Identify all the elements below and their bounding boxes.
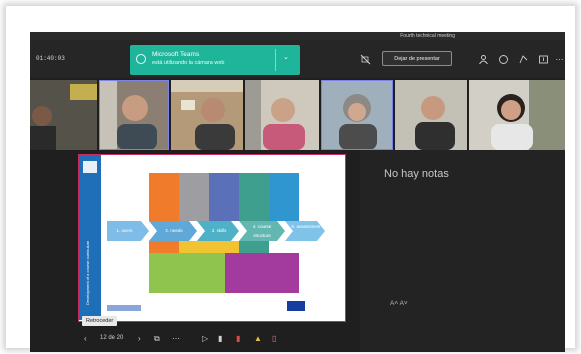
next-slide-icon[interactable]: › (138, 334, 141, 343)
stop-presenting-button[interactable]: Dejar de presentar (382, 51, 452, 66)
back-tooltip: Retroceder (82, 316, 118, 326)
reactions-icon[interactable] (518, 54, 529, 65)
previous-slide-icon[interactable]: ‹ (84, 334, 87, 343)
meeting-title: Fourth technical meeting (400, 33, 455, 39)
participant-tile[interactable] (469, 80, 565, 150)
notification-title: Microsoft Teams (152, 51, 200, 58)
slide-step-4: 4. course structure (252, 224, 272, 238)
font-size-controls[interactable]: A˄ A˅ (390, 300, 408, 307)
chat-icon[interactable] (498, 54, 509, 65)
participant-strip (30, 80, 565, 150)
title-bar: Fourth technical meeting (30, 32, 565, 40)
participant-tile[interactable] (395, 80, 467, 150)
notification-message: está utilizando la cámara web (152, 60, 225, 66)
chevron-down-icon[interactable]: ⌄ (283, 53, 289, 61)
meeting-timer: 01:40:03 (36, 55, 65, 62)
notification-divider (275, 49, 276, 71)
participant-tile-speaking[interactable] (99, 80, 169, 150)
stop-video-icon[interactable] (360, 54, 371, 65)
meeting-toolbar: 01:40:03 Microsoft Teams está utilizando… (30, 40, 565, 78)
more-icon[interactable]: ⋯ (172, 334, 180, 343)
slide-step-2: 2. needs (165, 228, 183, 233)
slide-step-3: 3. skills (211, 228, 227, 233)
presenter-controls: ‹ 12 de 20 › ⧉ ⋯ ▷ ▮ ▮ ▲ ▯ (30, 328, 360, 352)
notes-panel: No hay notas A˄ A˅ (360, 150, 565, 352)
teams-meeting-window: Fourth technical meeting 01:40:03 Micros… (30, 32, 565, 352)
camera-icon (136, 54, 146, 64)
screenshot-frame: Fourth technical meeting 01:40:03 Micros… (6, 6, 575, 352)
participant-tile[interactable] (30, 80, 97, 150)
pen-icon[interactable]: ▮ (218, 334, 222, 343)
red-pen-icon[interactable]: ▮ (236, 334, 240, 343)
more-options-icon[interactable]: ⋯ (554, 54, 565, 65)
eraser-icon[interactable]: ▯ (272, 334, 276, 343)
highlighter-icon[interactable]: ▲ (254, 334, 262, 343)
laser-pointer-icon[interactable]: ▷ (202, 334, 208, 343)
presentation-slide: Development of a course curriculum 1. us… (78, 154, 346, 322)
slide-step-5: 5. assessment (291, 224, 321, 229)
svg-text:Development of a course curric: Development of a course curriculum (85, 240, 90, 305)
participant-tile[interactable] (245, 80, 319, 150)
slide-counter: 12 de 20 (100, 335, 124, 341)
participants-icon[interactable] (478, 54, 489, 65)
camera-notification[interactable]: Microsoft Teams está utilizando la cámar… (130, 45, 300, 75)
slide-step-1: 1. users (116, 228, 133, 233)
slide-view-icon[interactable]: ⧉ (154, 334, 160, 344)
participant-tile[interactable] (171, 80, 243, 150)
share-icon[interactable] (538, 54, 549, 65)
participant-tile-speaking[interactable] (321, 80, 393, 150)
no-notes-text: No hay notas (384, 168, 449, 180)
